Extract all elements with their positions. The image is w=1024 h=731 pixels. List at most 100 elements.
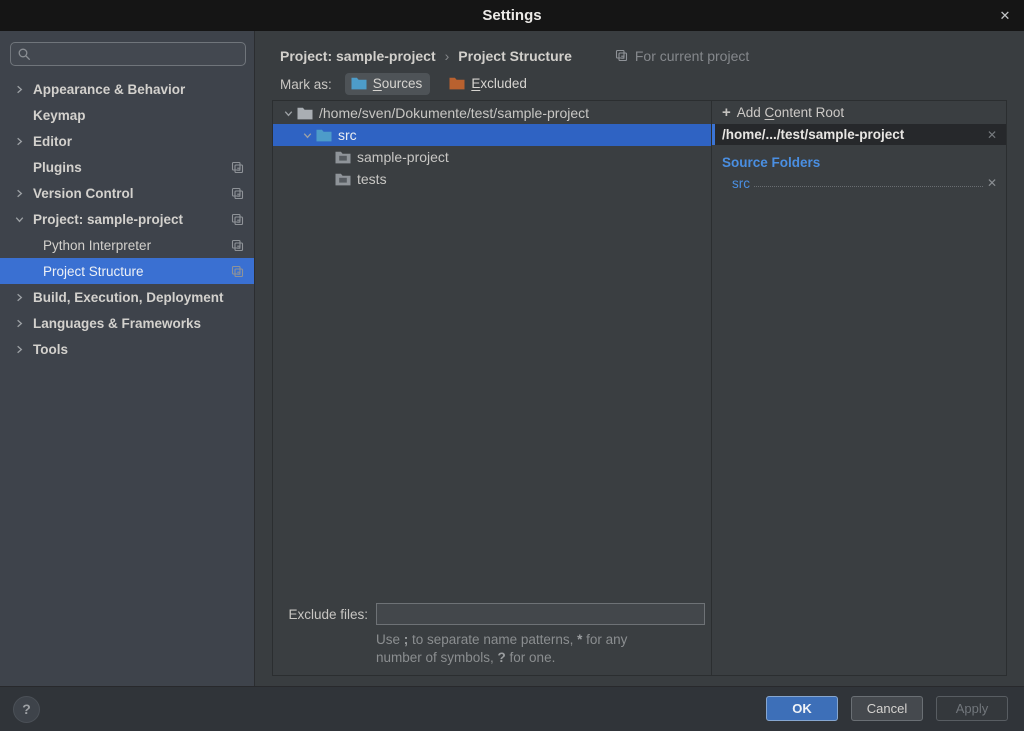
content-tree-pane: /home/sven/Dokumente/test/sample-project… bbox=[273, 101, 711, 675]
chevron-right-icon[interactable] bbox=[13, 187, 33, 200]
close-icon[interactable]: ✕ bbox=[992, 0, 1018, 31]
mark-as-label: Mark as: bbox=[280, 77, 332, 92]
dialog-footer: ? OK Cancel Apply bbox=[0, 686, 1024, 731]
exclude-files-label: Exclude files: bbox=[273, 607, 368, 622]
sidebar-menu: Appearance & Behavior Keymap Editor Plugins… bbox=[0, 76, 254, 362]
search-box[interactable] bbox=[10, 42, 246, 66]
tree-row-sample-project[interactable]: sample-project bbox=[273, 146, 711, 168]
sidebar-item-keymap[interactable]: Keymap bbox=[0, 102, 254, 128]
settings-dialog: Settings ✕ Appearance & Behavior Keymap Ed… bbox=[0, 0, 1024, 731]
project-level-icon bbox=[230, 212, 245, 227]
mark-as-toolbar: Mark as: Sources Excluded bbox=[255, 69, 1024, 99]
mark-as-sources-button[interactable]: Sources bbox=[345, 73, 431, 95]
project-level-icon bbox=[230, 186, 245, 201]
breadcrumb-page: Project Structure bbox=[458, 48, 572, 64]
sidebar-item-label: Editor bbox=[33, 134, 72, 149]
tree-node-label: tests bbox=[357, 171, 387, 187]
sidebar-item-appearance-behavior[interactable]: Appearance & Behavior bbox=[0, 76, 254, 102]
folder-icon bbox=[335, 173, 351, 186]
cancel-button[interactable]: Cancel bbox=[851, 696, 923, 721]
sidebar-item-editor[interactable]: Editor bbox=[0, 128, 254, 154]
plus-icon: + bbox=[722, 105, 731, 120]
question-mark-icon: ? bbox=[22, 701, 31, 717]
source-folders-list: src ✕ bbox=[712, 173, 1006, 193]
footer-buttons: OK Cancel Apply bbox=[766, 696, 1008, 721]
settings-sidebar: Appearance & Behavior Keymap Editor Plugins… bbox=[0, 31, 255, 686]
source-folder-row-src[interactable]: src ✕ bbox=[712, 173, 1006, 193]
exclude-files-input[interactable] bbox=[376, 603, 705, 625]
sidebar-item-python-interpreter[interactable]: Python Interpreter bbox=[0, 232, 254, 258]
sidebar-item-project-structure[interactable]: Project Structure bbox=[0, 258, 254, 284]
dotted-leader bbox=[754, 186, 983, 187]
tree-row-src[interactable]: src bbox=[273, 124, 711, 146]
sidebar-item-label: Python Interpreter bbox=[43, 238, 151, 253]
chevron-down-icon[interactable] bbox=[279, 107, 297, 120]
project-level-icon bbox=[230, 238, 245, 253]
sidebar-item-label: Project Structure bbox=[43, 264, 144, 279]
blue-folder-icon bbox=[351, 77, 367, 90]
dialog-title: Settings bbox=[482, 7, 541, 24]
exclude-files-section: Exclude files: Use ; to separate name pa… bbox=[273, 603, 711, 667]
ok-button[interactable]: OK bbox=[766, 696, 838, 721]
content-root-path: /home/.../test/sample-project bbox=[722, 127, 981, 142]
project-level-icon bbox=[230, 160, 245, 175]
structure-panels: /home/sven/Dokumente/test/sample-project… bbox=[272, 100, 1007, 676]
chevron-right-icon[interactable] bbox=[13, 317, 33, 330]
title-bar: Settings ✕ bbox=[0, 0, 1024, 31]
current-project-icon bbox=[614, 48, 629, 63]
folder-icon bbox=[297, 107, 313, 120]
chevron-down-icon[interactable] bbox=[298, 129, 316, 142]
chevron-right-icon[interactable] bbox=[13, 343, 33, 356]
orange-folder-icon bbox=[449, 77, 465, 90]
sidebar-item-label: Project: sample-project bbox=[33, 212, 183, 227]
sidebar-item-build-execution-deployment[interactable]: Build, Execution, Deployment bbox=[0, 284, 254, 310]
scope-note-label: For current project bbox=[635, 48, 749, 64]
sidebar-item-label: Version Control bbox=[33, 186, 134, 201]
remove-source-folder-icon[interactable]: ✕ bbox=[987, 176, 997, 190]
source-folders-title: Source Folders bbox=[712, 145, 1006, 173]
folder-icon bbox=[335, 151, 351, 164]
sidebar-item-label: Build, Execution, Deployment bbox=[33, 290, 224, 305]
sidebar-item-version-control[interactable]: Version Control bbox=[0, 180, 254, 206]
chevron-right-icon[interactable] bbox=[13, 291, 33, 304]
sidebar-item-label: Plugins bbox=[33, 160, 82, 175]
chevron-right-icon[interactable] bbox=[13, 83, 33, 96]
folder-icon bbox=[316, 129, 332, 142]
search-input[interactable] bbox=[36, 46, 239, 63]
directory-tree: /home/sven/Dokumente/test/sample-project… bbox=[273, 101, 711, 190]
sidebar-item-tools[interactable]: Tools bbox=[0, 336, 254, 362]
content-root-header[interactable]: /home/.../test/sample-project ✕ bbox=[712, 124, 1006, 145]
sidebar-item-label: Tools bbox=[33, 342, 68, 357]
tree-row-tests[interactable]: tests bbox=[273, 168, 711, 190]
breadcrumb-project: Project: sample-project bbox=[280, 48, 436, 64]
scope-note: For current project bbox=[614, 48, 749, 64]
content-roots-pane: + Add Content Root /home/.../test/sample… bbox=[711, 101, 1006, 675]
sidebar-item-languages-frameworks[interactable]: Languages & Frameworks bbox=[0, 310, 254, 336]
mark-as-button-label: Sources bbox=[373, 76, 423, 91]
chevron-down-icon[interactable] bbox=[13, 213, 33, 226]
chevron-right-icon[interactable] bbox=[13, 135, 33, 148]
project-level-icon bbox=[230, 264, 245, 279]
search-icon bbox=[17, 47, 31, 61]
sidebar-item-label: Appearance & Behavior bbox=[33, 82, 185, 97]
tree-row-home-sven-dokumente-test-sample-project[interactable]: /home/sven/Dokumente/test/sample-project bbox=[273, 102, 711, 124]
sidebar-item-project-sample-project[interactable]: Project: sample-project bbox=[0, 206, 254, 232]
remove-content-root-icon[interactable]: ✕ bbox=[987, 128, 997, 142]
settings-content: Project: sample-project › Project Struct… bbox=[255, 31, 1024, 686]
add-content-root-label: Add Content Root bbox=[737, 105, 844, 120]
breadcrumb-separator-icon: › bbox=[445, 48, 450, 64]
add-content-root-button[interactable]: + Add Content Root bbox=[712, 101, 1006, 124]
mark-as-excluded-button[interactable]: Excluded bbox=[443, 73, 535, 95]
mark-as-button-label: Excluded bbox=[471, 76, 527, 91]
source-folder-name: src bbox=[732, 176, 750, 191]
sidebar-item-label: Keymap bbox=[33, 108, 86, 123]
exclude-files-hint: Use ; to separate name patterns, * for a… bbox=[376, 631, 711, 667]
tree-node-label: /home/sven/Dokumente/test/sample-project bbox=[319, 105, 589, 121]
sidebar-item-label: Languages & Frameworks bbox=[33, 316, 201, 331]
tree-node-label: src bbox=[338, 127, 357, 143]
sidebar-item-plugins[interactable]: Plugins bbox=[0, 154, 254, 180]
tree-node-label: sample-project bbox=[357, 149, 449, 165]
help-button[interactable]: ? bbox=[13, 696, 40, 723]
breadcrumb: Project: sample-project › Project Struct… bbox=[255, 31, 1024, 69]
apply-button[interactable]: Apply bbox=[936, 696, 1008, 721]
